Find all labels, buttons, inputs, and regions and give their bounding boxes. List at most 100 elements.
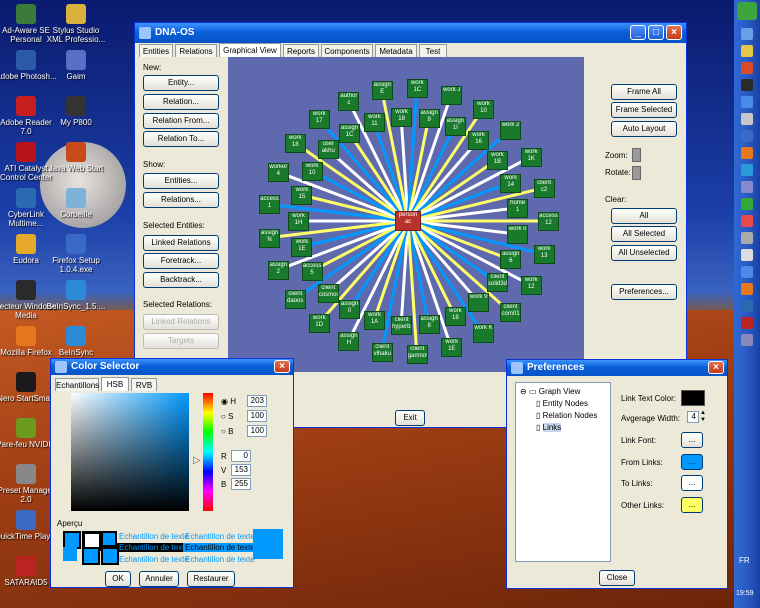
hue-slider[interactable] <box>203 393 213 511</box>
avg-width-field[interactable]: 4 <box>687 411 699 423</box>
graph-node[interactable]: work 10 <box>301 161 323 181</box>
from-links-button[interactable]: ... <box>681 454 703 470</box>
graph-node[interactable]: author c <box>338 91 360 111</box>
graph-node[interactable]: work 9 <box>468 292 490 312</box>
v-field[interactable]: 153 <box>231 464 251 476</box>
relation-from-button[interactable]: Relation From... <box>143 113 219 129</box>
graph-node[interactable]: client com01 <box>500 303 522 323</box>
tab-graphical-view[interactable]: Graphical View <box>219 43 281 57</box>
graph-node[interactable]: work 17 <box>308 109 330 129</box>
graph-node[interactable]: work 1K <box>520 147 542 167</box>
graph-node[interactable]: client daoos <box>284 290 306 310</box>
graph-node[interactable]: work 1A <box>364 311 385 331</box>
to-links-button[interactable]: ... <box>681 475 703 491</box>
frame-all-button[interactable]: Frame All <box>611 84 677 100</box>
graph-node[interactable]: work 1B <box>486 150 508 170</box>
h-radio-label[interactable]: ◉ H <box>221 397 236 406</box>
linked-relations-button[interactable]: Linked Relations <box>143 235 219 251</box>
graph-node[interactable]: client gamnov <box>406 344 428 364</box>
avg-width-spinner-icon[interactable]: ▲ ▼ <box>700 410 706 424</box>
graph-node[interactable]: assign E <box>371 81 393 101</box>
tab-relations[interactable]: Relations <box>175 44 217 57</box>
graph-node[interactable]: work 11 <box>364 112 385 132</box>
graph-node[interactable]: assign 9 <box>418 109 440 129</box>
desktop-icon[interactable]: Java Web Start <box>44 142 108 173</box>
desktop-icon[interactable]: My P800 <box>44 96 108 127</box>
taskbar-app-icon[interactable] <box>741 300 753 312</box>
zoom-slider[interactable] <box>632 148 641 162</box>
hue-arrow-icon[interactable]: ▷ <box>193 455 201 466</box>
new-relation-button[interactable]: Relation... <box>143 94 219 110</box>
color-selector-title-bar[interactable]: Color Selector × <box>51 359 293 375</box>
tab-test[interactable]: Test <box>419 44 447 57</box>
graph-node[interactable]: work 1C <box>406 79 428 99</box>
clear-all-selected-button[interactable]: All Selected <box>611 226 677 242</box>
language-indicator[interactable]: FR <box>739 556 750 565</box>
desktop-icon[interactable]: Corbeille <box>44 188 108 219</box>
graph-node[interactable]: work 1E <box>441 338 463 358</box>
new-entity-button[interactable]: Entity... <box>143 75 219 91</box>
taskbar-app-icon[interactable] <box>741 232 753 244</box>
taskbar-app-icon[interactable] <box>741 45 753 57</box>
graph-node[interactable]: work 0 <box>507 225 529 245</box>
tab-echantillons[interactable]: Echantillons <box>55 378 99 391</box>
tab-rvb[interactable]: RVB <box>131 378 157 391</box>
taskbar-app-icon[interactable] <box>741 96 753 108</box>
rotate-slider[interactable] <box>632 166 641 180</box>
prefs-close-button[interactable]: Close <box>599 570 635 586</box>
graph-node[interactable]: work J <box>441 85 463 105</box>
b-field[interactable]: 100 <box>247 425 267 437</box>
maximize-button[interactable]: □ <box>648 25 664 40</box>
graph-node[interactable]: work 1H <box>288 212 309 231</box>
desktop-icon[interactable]: BeInSync_1.5.... <box>44 280 108 311</box>
graph-node[interactable]: work 14 <box>500 173 522 193</box>
restaurer-button[interactable]: Restaurer <box>187 571 235 587</box>
graph-node[interactable]: access 5 <box>301 262 323 282</box>
dna-title-bar[interactable]: DNA-OS _ □ × <box>135 23 686 43</box>
clear-all-unselected-button[interactable]: All Unselected <box>611 245 677 261</box>
taskbar-app-icon[interactable] <box>741 62 753 74</box>
close-button[interactable]: × <box>666 25 682 40</box>
bb-field[interactable]: 255 <box>231 478 251 490</box>
color-gradient-area[interactable] <box>71 393 189 511</box>
desktop-icon[interactable]: Stylus Studio XML Professio... <box>44 4 108 44</box>
show-entities-button[interactable]: Entities... <box>143 173 219 189</box>
taskbar-app-icon[interactable] <box>741 215 753 227</box>
desktop-icon[interactable]: Gaim <box>44 50 108 81</box>
backtrack-button[interactable]: Backtrack... <box>143 272 219 288</box>
desktop-icon[interactable]: Firefox Setup 1.0.4.exe <box>44 234 108 274</box>
show-relations-button[interactable]: Relations... <box>143 192 219 208</box>
s-radio-label[interactable]: ○ S <box>221 412 233 421</box>
exit-button[interactable]: Exit <box>395 410 425 426</box>
graph-node[interactable]: work 10 <box>473 99 495 119</box>
graph-node[interactable]: client solid3d <box>486 273 508 293</box>
taskbar-app-icon[interactable] <box>741 334 753 346</box>
targets-button[interactable]: Targets <box>143 333 219 349</box>
tree-links[interactable]: ▯ Links <box>536 423 562 432</box>
taskbar-app-icon[interactable] <box>741 198 753 210</box>
graph-node[interactable]: assign 6 <box>500 250 522 270</box>
graph-node[interactable]: assign H <box>338 332 360 352</box>
graph-node[interactable]: assign 1C <box>339 123 361 143</box>
preferences-button[interactable]: Preferences... <box>611 284 677 300</box>
graph-node[interactable]: assign 2 <box>267 260 289 280</box>
graph-node[interactable]: work 12 <box>520 276 542 296</box>
foretrack-button[interactable]: Foretrack... <box>143 253 219 269</box>
taskbar-app-icon[interactable] <box>741 147 753 159</box>
graph-node[interactable]: assign 1I <box>444 117 466 137</box>
preferences-title-bar[interactable]: Preferences × <box>507 360 727 376</box>
graph-node[interactable]: assign 8 <box>418 314 440 334</box>
auto-layout-button[interactable]: Auto Layout <box>611 121 677 137</box>
graph-node[interactable]: work 1D <box>308 314 330 334</box>
taskbar-app-icon[interactable] <box>741 283 753 295</box>
r-field[interactable]: 0 <box>231 450 251 462</box>
graph-node[interactable]: work 15 <box>291 186 313 205</box>
taskbar-app-icon[interactable] <box>741 28 753 40</box>
graph-node[interactable]: access 1 <box>259 195 281 215</box>
link-text-color-swatch[interactable] <box>681 390 705 406</box>
graph-node[interactable]: work 18 <box>284 133 306 153</box>
relation-to-button[interactable]: Relation To... <box>143 131 219 147</box>
prefs-close-x-button[interactable]: × <box>708 361 724 374</box>
graph-node[interactable]: work 2 <box>500 120 522 140</box>
graph-node[interactable]: work 13 <box>533 245 555 265</box>
